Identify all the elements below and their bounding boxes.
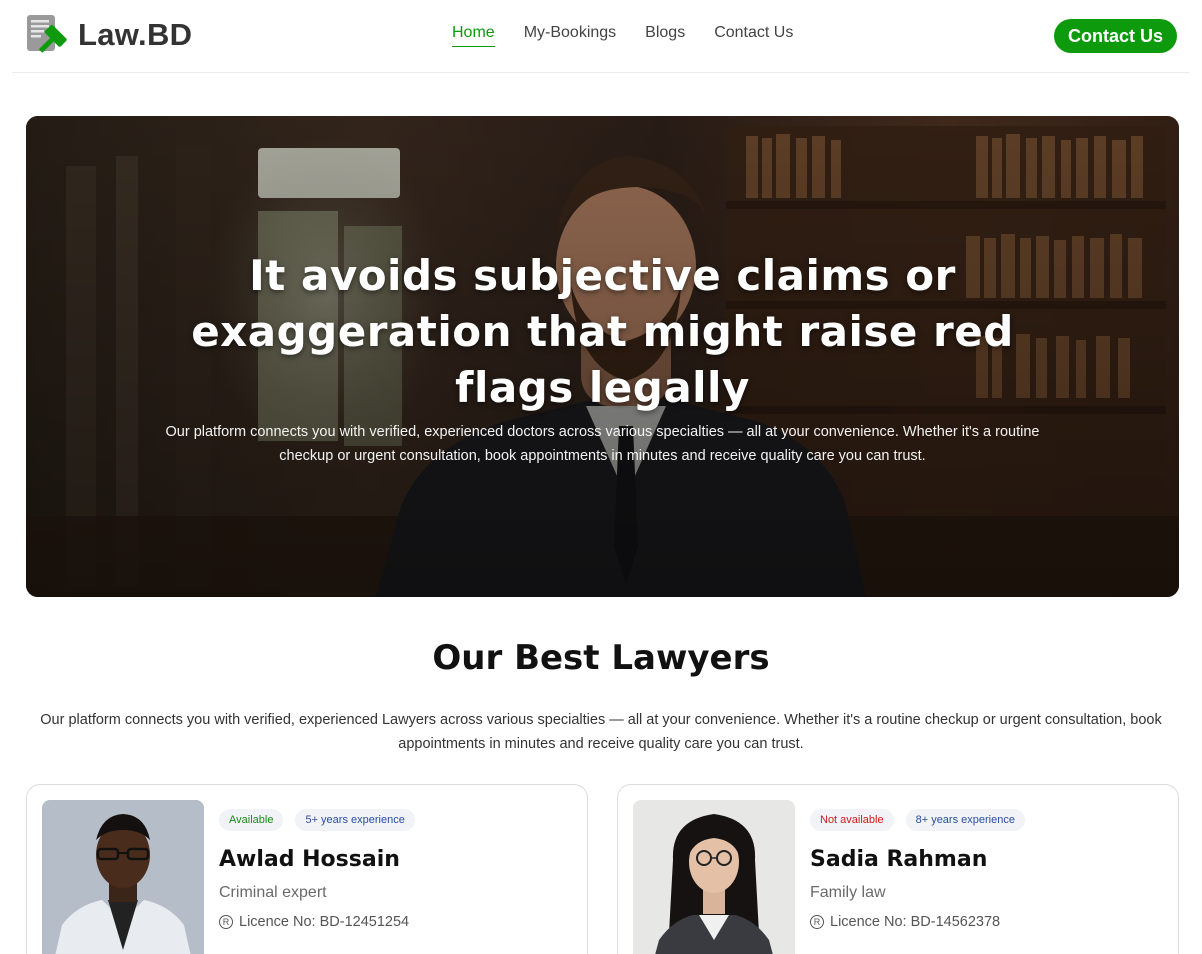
experience-badge: 5+ years experience	[295, 809, 415, 831]
lawyer-specialty: Criminal expert	[219, 884, 327, 901]
licence-number: Licence No: BD-14562378	[830, 914, 1001, 930]
nav-contact-link[interactable]: Contact Us	[714, 24, 793, 47]
brand-logo[interactable]: Law.BD	[26, 12, 192, 58]
badge-row: Not available 8+ years experience	[810, 809, 1025, 831]
lawyer-name: Awlad Hossain	[219, 847, 400, 872]
hero-content: It avoids subjective claims or exaggerat…	[26, 116, 1179, 597]
licence-number: Licence No: BD-12451254	[239, 914, 410, 930]
lawyer-card[interactable]: Available 5+ years experience Awlad Hoss…	[26, 784, 588, 954]
lawyer-card[interactable]: Not available 8+ years experience Sadia …	[617, 784, 1179, 954]
lawyer-specialty: Family law	[810, 884, 886, 901]
contact-us-button[interactable]: Contact Us	[1054, 19, 1177, 53]
section-title: Our Best Lawyers	[432, 638, 770, 678]
gavel-document-icon	[26, 13, 70, 57]
hero-title: It avoids subjective claims or exaggerat…	[191, 251, 1014, 412]
licence-row: R Licence No: BD-14562378	[810, 914, 1025, 930]
availability-badge: Available	[219, 809, 284, 831]
hero-subtitle: Our platform connects you with verified,…	[165, 424, 1040, 464]
section-subtitle: Our platform connects you with verified,…	[40, 712, 1162, 752]
registered-icon: R	[810, 915, 824, 929]
main-nav: Home My-Bookings Blogs Contact Us	[452, 24, 822, 47]
lawyer-info: Not available 8+ years experience Sadia …	[810, 809, 1025, 930]
lawyer-photo	[42, 800, 204, 954]
lawyer-name: Sadia Rahman	[810, 847, 988, 872]
nav-blogs-link[interactable]: Blogs	[645, 24, 685, 47]
nav-home-link[interactable]: Home	[452, 24, 495, 47]
navbar: Law.BD Home My-Bookings Blogs Contact Us…	[12, 0, 1190, 73]
nav-my-bookings-link[interactable]: My-Bookings	[524, 24, 616, 47]
hero-banner: It avoids subjective claims or exaggerat…	[26, 116, 1179, 597]
registered-icon: R	[219, 915, 233, 929]
badge-row: Available 5+ years experience	[219, 809, 415, 831]
lawyer-info: Available 5+ years experience Awlad Hoss…	[219, 809, 415, 930]
licence-row: R Licence No: BD-12451254	[219, 914, 415, 930]
experience-badge: 8+ years experience	[905, 809, 1025, 831]
lawyer-photo	[633, 800, 795, 954]
availability-badge: Not available	[810, 809, 894, 831]
brand-name: Law.BD	[78, 17, 193, 52]
